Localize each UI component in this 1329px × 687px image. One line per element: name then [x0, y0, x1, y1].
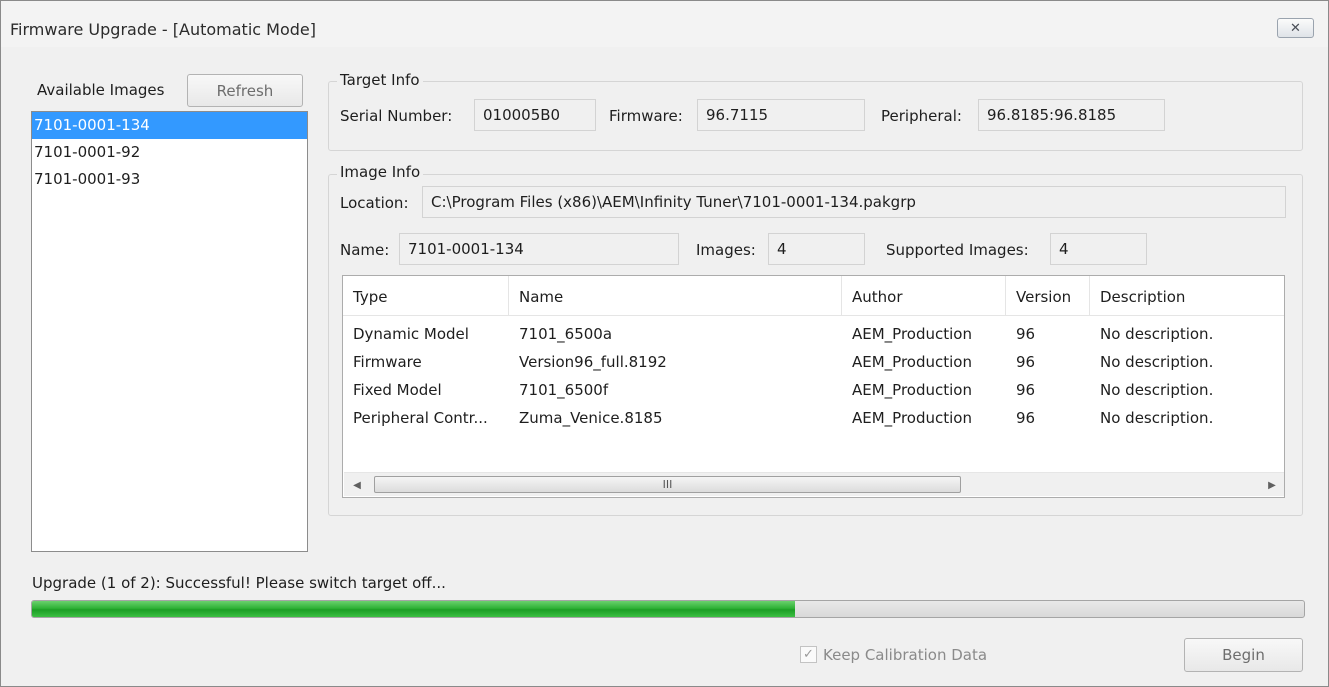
table-cell: 7101_6500f	[519, 381, 609, 399]
scroll-grip-icon: III	[662, 478, 673, 491]
column-header[interactable]: Author	[842, 276, 1006, 316]
firmware-label: Firmware:	[609, 107, 683, 125]
table-cell: Version96_full.8192	[519, 353, 667, 371]
images-label: Images:	[696, 241, 756, 259]
column-header[interactable]: Type	[343, 276, 509, 316]
table-row[interactable]: Firmware Version96_full.8192 AEM_Productio…	[343, 348, 1284, 377]
supported-images-field: 4	[1050, 233, 1147, 265]
table-cell: AEM_Production	[852, 381, 972, 399]
refresh-button[interactable]: Refresh	[187, 74, 303, 107]
table-cell: AEM_Production	[852, 325, 972, 343]
image-list-item[interactable]: 7101-0001-134	[32, 112, 307, 139]
serial-number-label: Serial Number:	[340, 107, 453, 125]
table-cell: No description.	[1100, 381, 1214, 399]
table-cell: No description.	[1100, 409, 1214, 427]
table-cell: Firmware	[353, 353, 422, 371]
scroll-right-icon[interactable]: ▶	[1261, 473, 1283, 497]
table-cell: 96	[1016, 353, 1036, 371]
table-cell: Peripheral Contr...	[353, 409, 488, 427]
scroll-thumb[interactable]: III	[374, 476, 961, 493]
refresh-button-label: Refresh	[216, 81, 274, 100]
table-cell: Zuma_Venice.8185	[519, 409, 663, 427]
checkmark-icon: ✓	[803, 647, 814, 662]
supported-images-label: Supported Images:	[886, 241, 1029, 259]
image-list-item[interactable]: 7101-0001-93	[32, 166, 307, 193]
location-label: Location:	[340, 194, 409, 212]
column-header[interactable]: Description	[1090, 276, 1284, 316]
firmware-upgrade-window: Firmware Upgrade - [Automatic Mode] ✕ Av…	[0, 0, 1329, 687]
window-title: Firmware Upgrade - [Automatic Mode]	[10, 20, 316, 39]
table-cell: 7101_6500a	[519, 325, 613, 343]
column-header[interactable]: Version	[1006, 276, 1090, 316]
image-info-title: Image Info	[337, 163, 424, 181]
table-cell: No description.	[1100, 353, 1214, 371]
keep-calibration-checkbox[interactable]: ✓	[800, 646, 817, 663]
table-row[interactable]: Peripheral Contr... Zuma_Venice.8185 AEM_P…	[343, 404, 1284, 433]
table-row[interactable]: Dynamic Model 7101_6500a AEM_Production 96 N…	[343, 320, 1284, 349]
keep-calibration-label[interactable]: Keep Calibration Data	[823, 646, 987, 664]
available-images-list[interactable]: 7101-0001-134 7101-0001-92 7101-0001-93	[31, 111, 308, 552]
table-cell: 96	[1016, 381, 1036, 399]
table-cell: 96	[1016, 325, 1036, 343]
peripheral-label: Peripheral:	[881, 107, 962, 125]
status-message: Upgrade (1 of 2): Successful! Please swi…	[32, 574, 446, 592]
title-bar[interactable]: Firmware Upgrade - [Automatic Mode] ✕	[1, 1, 1328, 47]
serial-number-field: 010005B0	[474, 99, 596, 131]
available-images-label: Available Images	[37, 81, 165, 99]
location-field: C:\Program Files (x86)\AEM\Infinity Tune…	[422, 186, 1286, 218]
table-row[interactable]: Fixed Model 7101_6500f AEM_Production 96 No …	[343, 376, 1284, 405]
progress-fill	[32, 601, 796, 617]
begin-button[interactable]: Begin	[1184, 638, 1303, 672]
table-cell: AEM_Production	[852, 409, 972, 427]
peripheral-field: 96.8185:96.8185	[978, 99, 1165, 131]
table-cell: Fixed Model	[353, 381, 442, 399]
scroll-left-icon[interactable]: ◀	[346, 473, 368, 497]
image-list-item[interactable]: 7101-0001-92	[32, 139, 307, 166]
table-cell: 96	[1016, 409, 1036, 427]
column-header[interactable]: Name	[509, 276, 842, 316]
name-label: Name:	[340, 241, 390, 259]
table-cell: Dynamic Model	[353, 325, 469, 343]
target-info-title: Target Info	[337, 71, 423, 89]
table-cell: AEM_Production	[852, 353, 972, 371]
table-cell: No description.	[1100, 325, 1214, 343]
close-button[interactable]: ✕	[1277, 18, 1314, 38]
upgrade-progress-bar	[31, 600, 1305, 618]
images-field: 4	[768, 233, 865, 265]
image-contents-table[interactable]: Type Name Author Version Description Dynamic…	[342, 275, 1285, 498]
close-icon: ✕	[1290, 20, 1301, 36]
horizontal-scrollbar[interactable]: ◀ III ▶	[344, 472, 1284, 497]
table-header: Type Name Author Version Description	[343, 276, 1284, 316]
firmware-field: 96.7115	[697, 99, 865, 131]
begin-button-label: Begin	[1222, 646, 1265, 664]
name-field: 7101-0001-134	[399, 233, 679, 265]
